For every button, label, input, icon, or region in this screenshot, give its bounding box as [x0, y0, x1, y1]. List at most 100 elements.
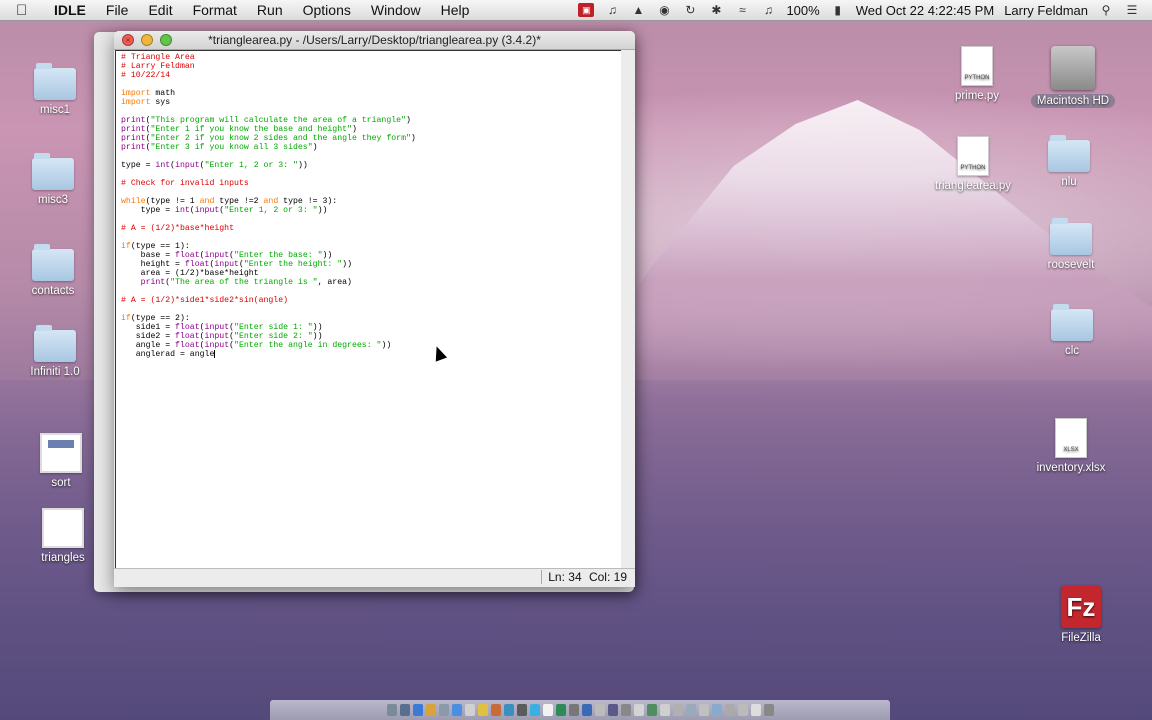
- code-line[interactable]: [121, 107, 616, 116]
- dock-app-icon[interactable]: [451, 704, 462, 716]
- desktop-file-trianglearea-py[interactable]: PYTHON trianglearea.py: [928, 136, 1018, 192]
- code-line[interactable]: [121, 152, 616, 161]
- desktop-folder-misc1[interactable]: misc1: [10, 63, 100, 116]
- code-line[interactable]: [121, 233, 616, 242]
- battery-icon[interactable]: ▮: [830, 3, 846, 17]
- menu-options[interactable]: Options: [293, 2, 361, 18]
- dock-app-icon[interactable]: [529, 704, 540, 716]
- dock-app-icon[interactable]: [711, 704, 722, 716]
- menu-app-idle[interactable]: IDLE: [44, 2, 96, 18]
- dock-app-icon[interactable]: [763, 704, 774, 716]
- menubar-clock[interactable]: Wed Oct 22 4:22:45 PM: [856, 3, 995, 18]
- dock-app-icon[interactable]: [425, 704, 436, 716]
- dock-app-icon[interactable]: [477, 704, 488, 716]
- volume-icon[interactable]: ♫: [760, 3, 776, 17]
- desktop-file-inventory-xlsx[interactable]: XLSX inventory.xlsx: [1026, 418, 1116, 474]
- minimize-window-button[interactable]: [141, 34, 153, 46]
- code-line[interactable]: if(type == 2):: [121, 314, 616, 323]
- dock-app-icon[interactable]: [633, 704, 644, 716]
- desktop-file-prime-py[interactable]: PYTHON prime.py: [932, 46, 1022, 102]
- dock-app-icon[interactable]: [386, 704, 397, 716]
- desktop-folder-clc[interactable]: clc: [1027, 304, 1117, 357]
- menu-file[interactable]: File: [96, 2, 139, 18]
- code-line[interactable]: print("This program will calculate the a…: [121, 116, 616, 125]
- code-line[interactable]: angle = float(input("Enter the angle in …: [121, 341, 616, 350]
- code-line[interactable]: while(type != 1 and type !=2 and type !=…: [121, 197, 616, 206]
- menu-help[interactable]: Help: [431, 2, 480, 18]
- code-line[interactable]: # Check for invalid inputs: [121, 179, 616, 188]
- dock-app-icon[interactable]: [698, 704, 709, 716]
- desktop-folder-misc3[interactable]: misc3: [8, 153, 98, 206]
- code-line[interactable]: import sys: [121, 98, 616, 107]
- code-line[interactable]: [121, 188, 616, 197]
- menu-format[interactable]: Format: [183, 2, 247, 18]
- desktop-folder-nlu[interactable]: nlu: [1024, 135, 1114, 188]
- dock-app-icon[interactable]: [672, 704, 683, 716]
- code-line[interactable]: [121, 170, 616, 179]
- code-line[interactable]: print("The area of the triangle is ", ar…: [121, 278, 616, 287]
- menu-run[interactable]: Run: [247, 2, 293, 18]
- code-line[interactable]: side2 = float(input("Enter side 2: ")): [121, 332, 616, 341]
- wifi-icon[interactable]: ≈: [734, 3, 750, 17]
- code-line[interactable]: side1 = float(input("Enter side 1: ")): [121, 323, 616, 332]
- vertical-scrollbar[interactable]: [621, 50, 635, 568]
- code-line[interactable]: # Larry Feldman: [121, 62, 616, 71]
- window-titlebar[interactable]: × *trianglearea.py - /Users/Larry/Deskto…: [114, 31, 635, 50]
- dropbox-icon[interactable]: ◉: [656, 3, 672, 17]
- dock-app-icon[interactable]: [737, 704, 748, 716]
- dock-app-icon[interactable]: [464, 704, 475, 716]
- spotlight-search-icon[interactable]: ⚲: [1098, 3, 1114, 17]
- code-line[interactable]: # Triangle Area: [121, 53, 616, 62]
- desktop-disk-macintosh-hd[interactable]: Macintosh HD: [1028, 46, 1118, 108]
- bluetooth-icon[interactable]: ✱: [708, 3, 724, 17]
- code-line[interactable]: anglerad = angle: [121, 350, 616, 359]
- dock-app-icon[interactable]: [620, 704, 631, 716]
- code-line[interactable]: height = float(input("Enter the height: …: [121, 260, 616, 269]
- code-line[interactable]: base = float(input("Enter the base: ")): [121, 251, 616, 260]
- apple-menu-icon[interactable]: : [16, 2, 34, 19]
- dock-app-icon[interactable]: [607, 704, 618, 716]
- code-line[interactable]: type = int(input("Enter 1, 2 or 3: ")): [121, 161, 616, 170]
- menubar-user[interactable]: Larry Feldman: [1004, 3, 1088, 18]
- dock-app-icon[interactable]: [542, 704, 553, 716]
- dock-app-icon[interactable]: [555, 704, 566, 716]
- code-line[interactable]: if(type == 1):: [121, 242, 616, 251]
- code-line[interactable]: # A = (1/2)*side1*side2*sin(angle): [121, 296, 616, 305]
- dock-app-icon[interactable]: [503, 704, 514, 716]
- desktop-folder-roosevelt[interactable]: roosevelt: [1026, 218, 1116, 271]
- dock-app-icon[interactable]: [724, 704, 735, 716]
- time-machine-icon[interactable]: ↻: [682, 3, 698, 17]
- dock-app-icon[interactable]: [581, 704, 592, 716]
- dock-app-icon[interactable]: [646, 704, 657, 716]
- code-text-area[interactable]: # Triangle Area # Larry Feldman # 10/22/14…: [116, 51, 621, 361]
- desktop-app-filezilla[interactable]: Fz FileZilla: [1036, 586, 1126, 644]
- code-line[interactable]: area = (1/2)*base*height: [121, 269, 616, 278]
- desktop-folder-contacts[interactable]: contacts: [8, 244, 98, 297]
- code-line[interactable]: print("Enter 1 if you know the base and …: [121, 125, 616, 134]
- code-editor[interactable]: # Triangle Area # Larry Feldman # 10/22/14…: [115, 50, 622, 570]
- drive-icon[interactable]: ▲: [630, 3, 646, 17]
- menu-edit[interactable]: Edit: [138, 2, 182, 18]
- battery-percent[interactable]: 100%: [786, 3, 819, 18]
- dock-app-icon[interactable]: [594, 704, 605, 716]
- desktop-file-sort[interactable]: sort: [16, 433, 106, 489]
- notification-bell-icon[interactable]: ♫: [604, 3, 620, 17]
- dock-app-icon[interactable]: [438, 704, 449, 716]
- code-line[interactable]: # A = (1/2)*base*height: [121, 224, 616, 233]
- dock-app-icon[interactable]: [516, 704, 527, 716]
- dock-app-icon[interactable]: [490, 704, 501, 716]
- code-line[interactable]: [121, 215, 616, 224]
- dock-app-icon[interactable]: [685, 704, 696, 716]
- screen-recorder-icon[interactable]: ▣: [578, 3, 595, 17]
- code-line[interactable]: import math: [121, 89, 616, 98]
- menu-window[interactable]: Window: [361, 2, 431, 18]
- code-line[interactable]: type = int(input("Enter 1, 2 or 3: ")): [121, 206, 616, 215]
- close-window-button[interactable]: ×: [122, 34, 134, 46]
- dock-app-icon[interactable]: [399, 704, 410, 716]
- code-line[interactable]: [121, 287, 616, 296]
- dock-app-icon[interactable]: [750, 704, 761, 716]
- desktop-folder-infiniti[interactable]: Infiniti 1.0: [10, 325, 100, 378]
- dock-app-icon[interactable]: [568, 704, 579, 716]
- code-line[interactable]: [121, 305, 616, 314]
- dock-app-icon[interactable]: [412, 704, 423, 716]
